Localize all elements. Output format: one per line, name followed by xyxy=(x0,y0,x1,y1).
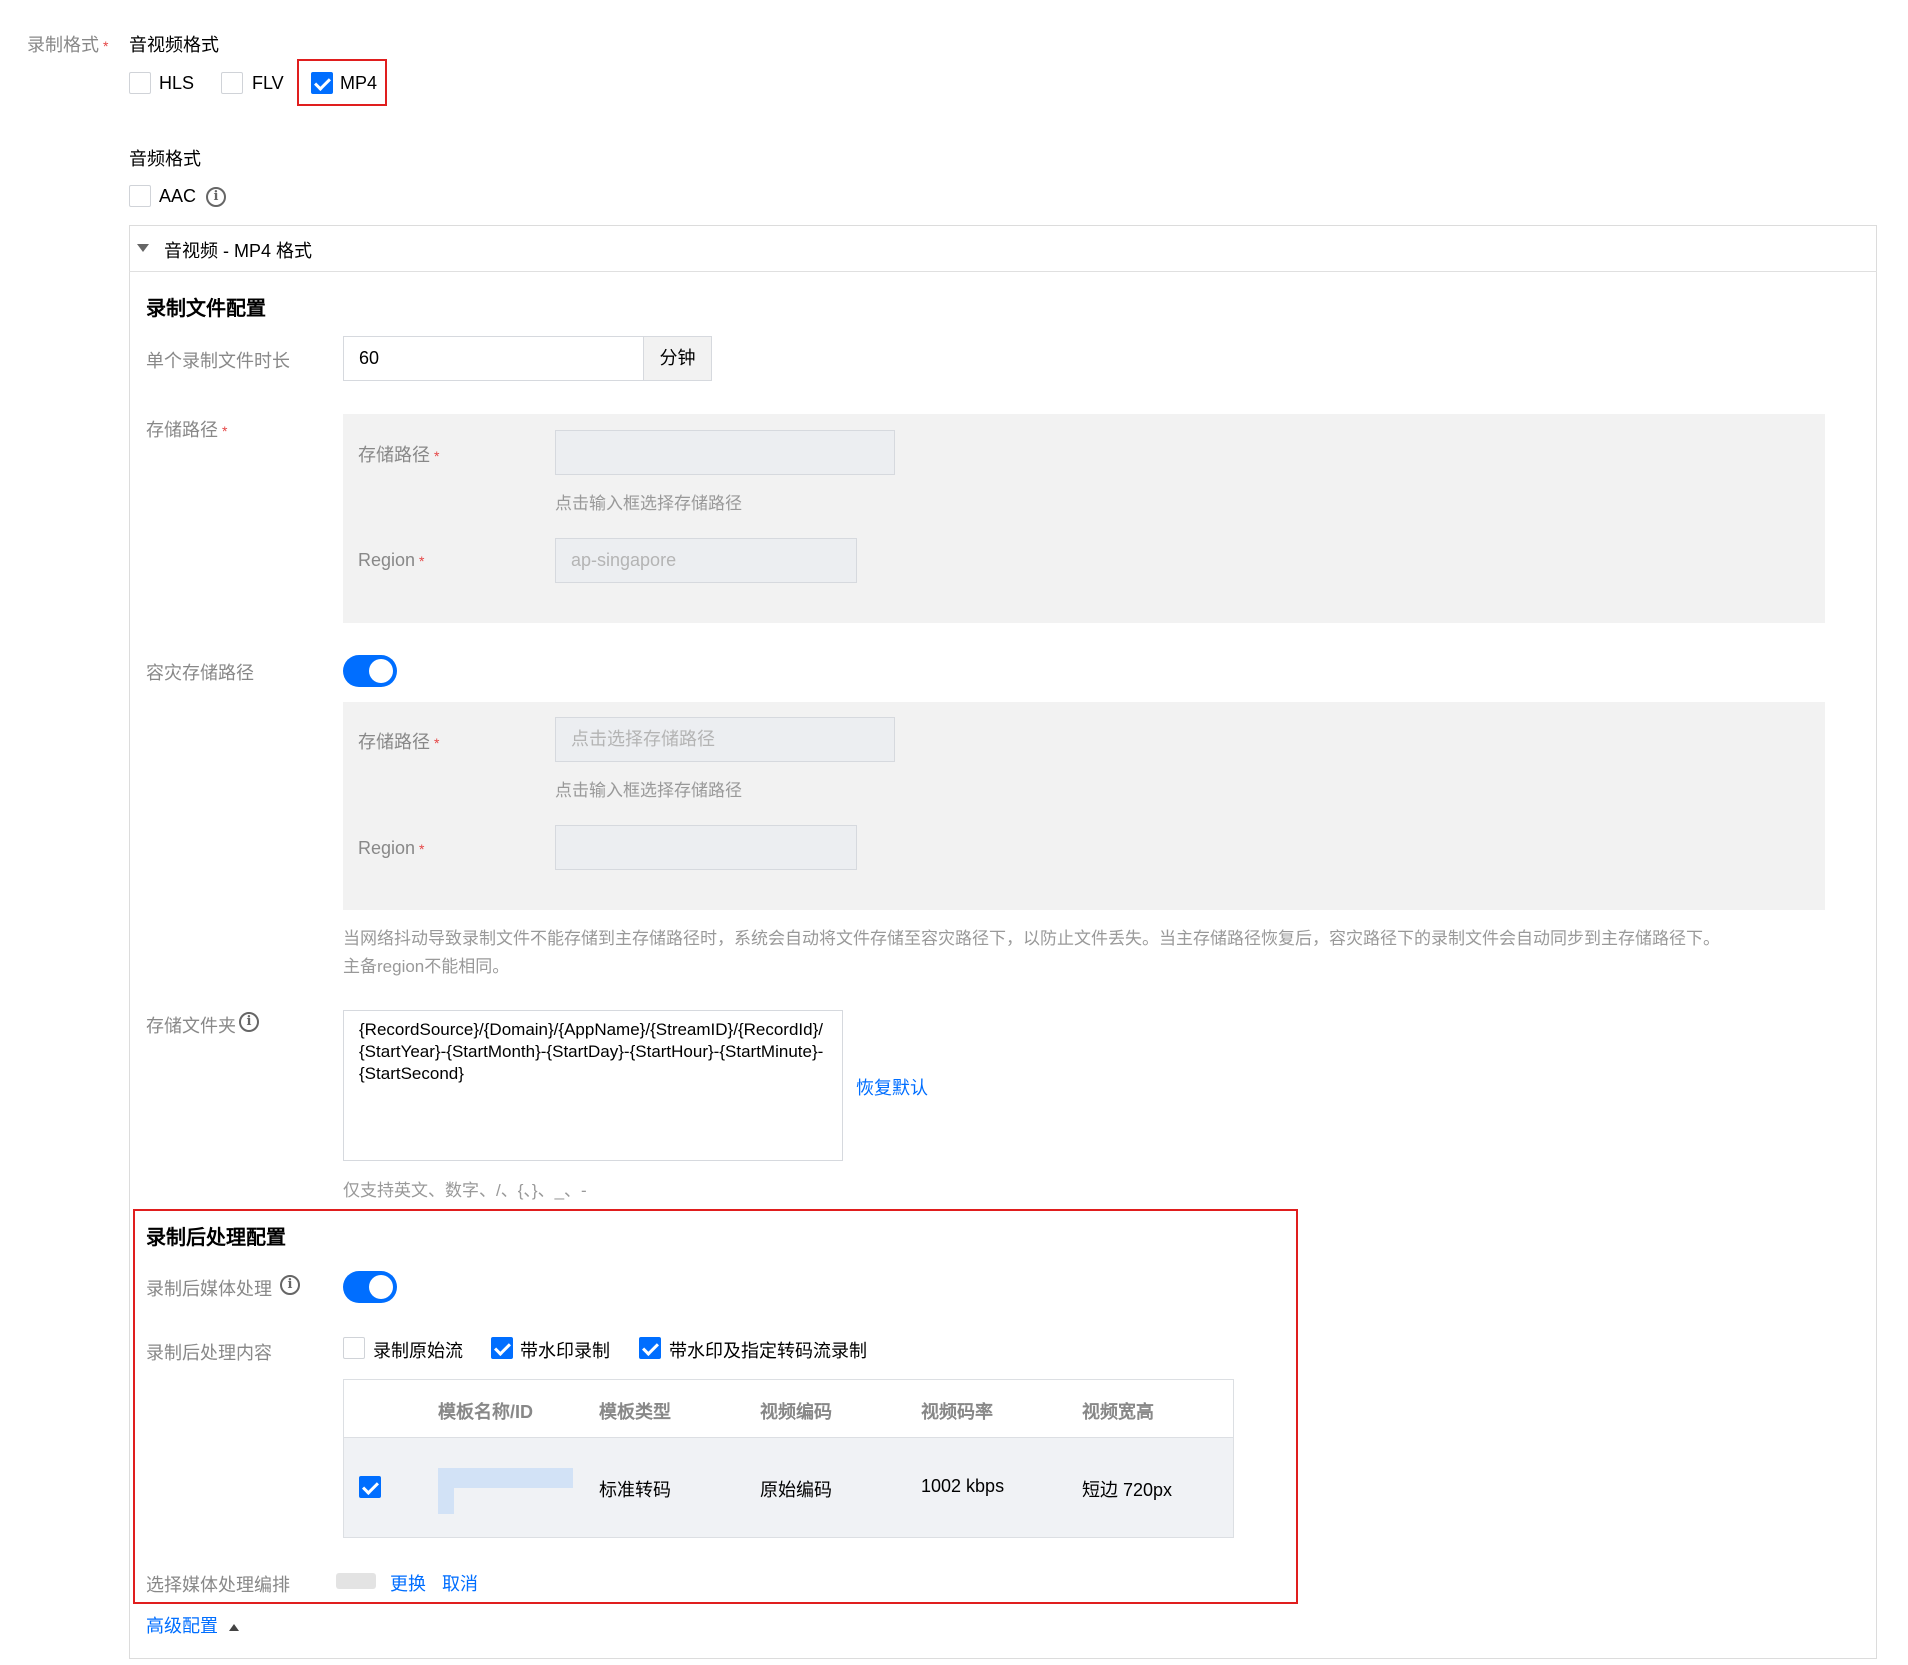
region-label-text: Region xyxy=(358,550,416,570)
column-header: 模板名称/ID xyxy=(438,1402,534,1422)
post-processing-title: 录制后处理配置 xyxy=(146,1227,286,1249)
column-header: 视频编码 xyxy=(760,1402,832,1422)
dr-region-label: Region * xyxy=(358,838,425,859)
region-label: Region * xyxy=(358,550,425,571)
orchestration-name-redacted xyxy=(336,1573,376,1589)
template-name-redacted xyxy=(438,1468,573,1488)
dr-path-input[interactable]: 点击选择存储路径 xyxy=(555,717,895,762)
dr-storage-toggle[interactable] xyxy=(343,655,397,687)
caret-up-icon xyxy=(229,1623,240,1631)
template-id-redacted xyxy=(438,1488,454,1514)
orchestration-label: 选择媒体处理编排 xyxy=(146,1575,290,1595)
panel-header-title: 音视频 - MP4 格式 xyxy=(164,241,313,261)
column-header: 视频宽高 xyxy=(1082,1402,1154,1422)
flv-label: FLV xyxy=(252,73,284,93)
watermark-transcode-checkbox[interactable] xyxy=(639,1337,661,1359)
hls-label: HLS xyxy=(159,73,195,93)
info-icon[interactable]: i xyxy=(239,1012,259,1032)
dr-path-label: 存储路径 * xyxy=(358,728,439,754)
duration-input[interactable]: 60 xyxy=(343,336,644,381)
content-label: 录制后处理内容 xyxy=(146,1343,272,1363)
raw-stream-label: 录制原始流 xyxy=(373,1341,463,1361)
required-mark: * xyxy=(103,38,109,54)
required-mark: * xyxy=(419,553,425,569)
record-format-label: 录制格式 * xyxy=(27,31,108,57)
cancel-link[interactable]: 取消 xyxy=(442,1570,478,1596)
storage-path-label-text: 存储路径 xyxy=(146,420,218,440)
watermark-transcode-label: 带水印及指定转码流录制 xyxy=(669,1341,867,1361)
watermark-checkbox[interactable] xyxy=(491,1337,513,1359)
panel-header[interactable]: 音视频 - MP4 格式 xyxy=(129,225,1877,272)
required-mark: * xyxy=(434,448,440,464)
watermark-label: 带水印录制 xyxy=(520,1341,610,1361)
required-mark: * xyxy=(419,841,425,857)
folder-textarea[interactable]: {RecordSource}/{Domain}/{AppName}/{Strea… xyxy=(343,1010,843,1161)
dr-storage-label: 容灾存储路径 xyxy=(146,663,254,683)
advanced-config-link[interactable]: 高级配置 xyxy=(146,1612,240,1638)
media-processing-toggle[interactable] xyxy=(343,1271,397,1303)
video-bitrate: 1002 kbps xyxy=(921,1476,1005,1496)
template-type: 标准转码 xyxy=(599,1480,671,1500)
folder-label: 存储文件夹 xyxy=(146,1016,236,1036)
info-icon[interactable]: i xyxy=(280,1275,300,1295)
flv-checkbox[interactable] xyxy=(221,72,243,94)
dr-path-hint: 点击输入框选择存储路径 xyxy=(555,781,742,800)
template-table: 模板名称/ID 模板类型 视频编码 视频码率 视频宽高 标准转码 原始编码 10… xyxy=(343,1379,1234,1538)
advanced-config-text: 高级配置 xyxy=(146,1616,218,1636)
info-icon[interactable]: i xyxy=(206,187,226,207)
video-codec: 原始编码 xyxy=(760,1480,832,1500)
aac-checkbox[interactable] xyxy=(129,185,151,207)
restore-default-link[interactable]: 恢复默认 xyxy=(856,1074,928,1100)
required-mark: * xyxy=(222,423,228,439)
duration-unit: 分钟 xyxy=(643,336,712,381)
storage-inner-path-label: 存储路径 * xyxy=(358,441,439,467)
aac-label: AAC xyxy=(159,186,197,206)
dr-region-label-text: Region xyxy=(358,838,416,858)
storage-path-hint: 点击输入框选择存储路径 xyxy=(555,494,742,513)
dr-region-input[interactable] xyxy=(555,825,857,870)
folder-hint: 仅支持英文、数字、/、{、}、_、- xyxy=(343,1181,587,1200)
change-link[interactable]: 更换 xyxy=(390,1570,426,1596)
hls-checkbox[interactable] xyxy=(129,72,151,94)
dr-description-line2: 主备region不能相同。 xyxy=(343,957,510,976)
mp4-label: MP4 xyxy=(340,73,378,93)
column-header: 视频码率 xyxy=(921,1402,993,1422)
caret-down-icon xyxy=(137,244,149,252)
storage-path-label: 存储路径 * xyxy=(146,416,227,442)
av-format-title: 音视频格式 xyxy=(129,35,219,55)
column-header: 模板类型 xyxy=(599,1402,671,1422)
record-format-label-text: 录制格式 xyxy=(27,35,99,55)
video-resolution: 短边 720px xyxy=(1082,1480,1173,1500)
table-row[interactable]: 标准转码 原始编码 1002 kbps 短边 720px xyxy=(344,1438,1233,1537)
dr-description-line1: 当网络抖动导致录制文件不能存储到主存储路径时，系统会自动将文件存储至容灾路径下，… xyxy=(343,929,1720,948)
required-mark: * xyxy=(434,735,440,751)
audio-format-title: 音频格式 xyxy=(129,149,201,169)
table-header: 模板名称/ID 模板类型 视频编码 视频码率 视频宽高 xyxy=(344,1380,1233,1438)
mp4-checkbox[interactable] xyxy=(311,72,333,94)
media-processing-label: 录制后媒体处理 xyxy=(146,1279,272,1299)
dr-path-label-text: 存储路径 xyxy=(358,732,430,752)
row-checkbox[interactable] xyxy=(359,1476,381,1498)
storage-path-input[interactable] xyxy=(555,430,895,475)
raw-stream-checkbox[interactable] xyxy=(343,1337,365,1359)
duration-label: 单个录制文件时长 xyxy=(146,351,290,371)
storage-inner-path-label-text: 存储路径 xyxy=(358,445,430,465)
record-file-config-title: 录制文件配置 xyxy=(146,298,266,320)
region-input[interactable]: ap-singapore xyxy=(555,538,857,583)
